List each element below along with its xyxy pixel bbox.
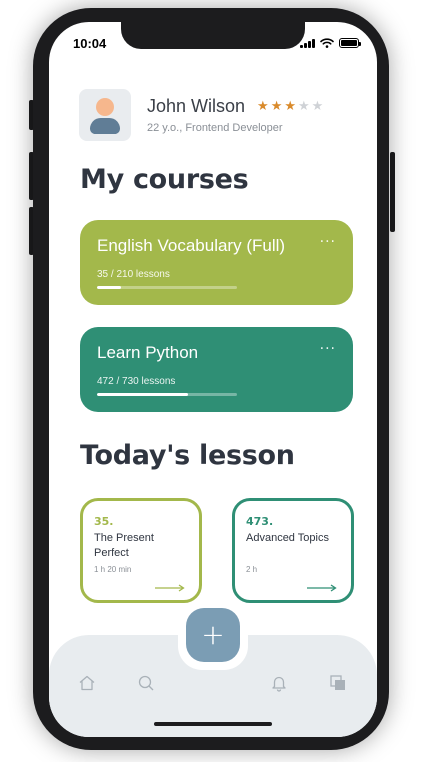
arrow-right-icon[interactable] bbox=[155, 584, 185, 592]
home-icon[interactable] bbox=[78, 674, 96, 692]
course-name: Learn Python bbox=[97, 343, 199, 362]
star-icon: ★ bbox=[257, 99, 269, 114]
lesson-name: Advanced Topics bbox=[246, 532, 329, 544]
course-progress-text: 472 / 730 lessons bbox=[97, 376, 176, 387]
star-icon: ★ bbox=[270, 99, 283, 114]
lesson-duration: 1 h 20 min bbox=[94, 565, 132, 574]
profile-header[interactable]: John Wilson ★ ★ ★ ★ ★ 22 y.o., Frontend Deve… bbox=[79, 89, 323, 141]
lesson-card-advanced-topics[interactable]: 473. Advanced Topics 2 h bbox=[232, 498, 354, 603]
search-icon[interactable] bbox=[137, 674, 155, 692]
course-name: English Vocabulary (Full) bbox=[97, 236, 286, 255]
star-icon: ★ bbox=[284, 99, 297, 114]
profile-text: John Wilson ★ ★ ★ ★ ★ 22 y.o., Frontend Deve… bbox=[147, 96, 323, 134]
avatar[interactable] bbox=[79, 89, 131, 141]
more-menu-icon[interactable]: ··· bbox=[320, 234, 336, 250]
more-menu-icon[interactable]: ··· bbox=[320, 341, 336, 357]
status-icons bbox=[300, 38, 361, 48]
my-courses-heading: My courses bbox=[80, 164, 249, 195]
home-indicator bbox=[154, 722, 272, 726]
lesson-number: 35. bbox=[94, 515, 114, 528]
wifi-icon bbox=[320, 38, 334, 48]
course-progress-text: 35 / 210 lessons bbox=[97, 269, 170, 280]
power-button bbox=[390, 152, 395, 232]
add-button[interactable]: + bbox=[186, 608, 240, 662]
arrow-right-icon[interactable] bbox=[307, 584, 337, 592]
todays-lesson-heading: Today's lesson bbox=[80, 440, 295, 471]
pages-icon[interactable] bbox=[329, 674, 347, 692]
notch bbox=[121, 22, 305, 49]
star-icon: ★ bbox=[311, 99, 324, 114]
star-icon: ★ bbox=[298, 99, 310, 114]
user-name: John Wilson bbox=[147, 96, 246, 116]
battery-icon bbox=[339, 38, 361, 48]
course-card-english[interactable]: English Vocabulary (Full) ··· 35 / 210 l… bbox=[80, 220, 353, 305]
lesson-number: 473. bbox=[246, 515, 274, 528]
course-progress-bar bbox=[97, 286, 237, 289]
user-subtitle: 22 y.o., Frontend Developer bbox=[147, 122, 283, 134]
rating-stars: ★ ★ ★ ★ ★ bbox=[257, 99, 323, 114]
lesson-card-present-perfect[interactable]: 35. The Present Perfect 1 h 20 min bbox=[80, 498, 202, 603]
status-time: 10:04 bbox=[73, 36, 107, 51]
course-card-python[interactable]: Learn Python ··· 472 / 730 lessons bbox=[80, 327, 353, 412]
lesson-name: The Present Perfect bbox=[94, 532, 154, 559]
bell-icon[interactable] bbox=[270, 674, 288, 692]
course-progress-bar bbox=[97, 393, 237, 396]
lesson-duration: 2 h bbox=[246, 565, 258, 574]
app-screen: 10:04 John Wilson ★ ★ ★ ★ ★ 22 y.o., Fronten… bbox=[49, 22, 377, 737]
signal-icon bbox=[300, 38, 315, 48]
